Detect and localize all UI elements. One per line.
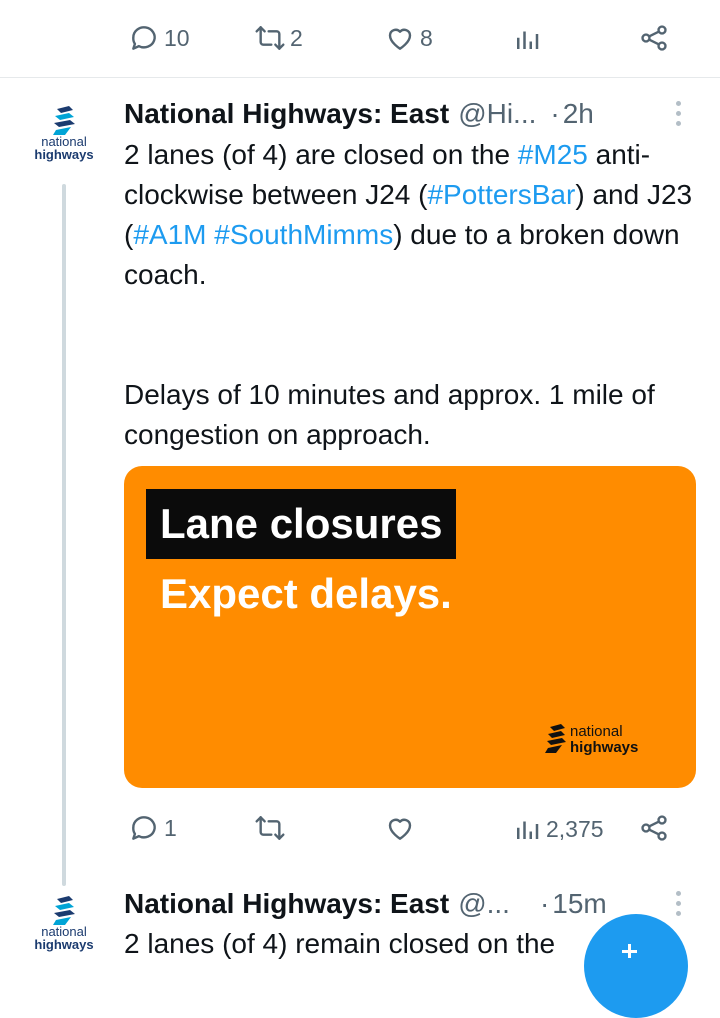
avatar-national-highways[interactable]: national highways — [26, 106, 102, 176]
national-highways-logo-icon — [53, 106, 75, 135]
national-highways-logo-icon — [545, 724, 566, 753]
national-highways-logo-icon — [53, 896, 75, 925]
tweet-header: National Highways: East @... · 15m — [124, 888, 607, 920]
views-count: 2,375 — [546, 815, 604, 842]
author-name[interactable]: National Highways: East — [124, 888, 449, 920]
compose-tweet-button[interactable] — [584, 914, 688, 1018]
reply-icon — [132, 26, 156, 50]
hashtag-a1m[interactable]: #A1M — [133, 219, 206, 250]
avatar-label-line2: highways — [34, 147, 94, 162]
avatar-label-line2: highways — [34, 937, 94, 952]
reply-count: 1 — [164, 814, 177, 841]
media-card[interactable]: Lane closures Expect delays. national hi… — [124, 466, 696, 788]
retweet-icon — [255, 816, 285, 840]
card-brand-line2: highways — [570, 739, 639, 756]
retweet-icon — [255, 26, 285, 50]
hashtag-m25[interactable]: #M25 — [518, 139, 588, 170]
card-subline: Expect delays. — [160, 570, 452, 617]
card-headline: Lane closures — [146, 489, 457, 559]
share-icon — [641, 25, 667, 51]
header-separator: · — [539, 888, 550, 919]
like-button[interactable] — [384, 812, 420, 844]
thread-connector-line — [62, 184, 66, 886]
like-button-prev[interactable]: 8 — [384, 22, 433, 54]
share-button[interactable] — [638, 812, 670, 844]
tweet-time[interactable]: 2h — [563, 98, 594, 130]
heart-icon — [388, 818, 412, 840]
tweet-header: National Highways: East @Hi... · 2h — [124, 98, 594, 130]
hashtag-pottersbar[interactable]: #PottersBar — [427, 179, 575, 210]
share-button-prev[interactable] — [638, 22, 670, 54]
avatar-national-highways[interactable]: national highways — [26, 896, 102, 966]
views-chart-icon — [517, 31, 539, 49]
retweet-button-prev[interactable]: 2 — [254, 22, 303, 54]
tweet-divider — [0, 77, 720, 78]
views-button[interactable]: 2,375 — [512, 814, 604, 844]
like-count: 8 — [420, 24, 433, 51]
heart-icon — [388, 28, 412, 50]
retweet-count: 2 — [290, 24, 303, 51]
reply-count: 10 — [164, 24, 190, 51]
card-brand-line1: national — [570, 723, 623, 740]
tweet-time[interactable]: 15m — [552, 888, 606, 920]
more-options-icon[interactable] — [676, 101, 681, 126]
header-separator: · — [550, 98, 560, 129]
share-icon — [641, 815, 667, 841]
more-options-icon[interactable] — [676, 891, 681, 916]
reply-icon — [132, 816, 156, 840]
views-chart-icon — [517, 821, 539, 839]
card-brand: national highways — [544, 724, 638, 756]
author-handle[interactable]: @... — [458, 888, 510, 920]
reply-button[interactable]: 1 — [128, 812, 177, 844]
author-name[interactable]: National Highways: East — [124, 98, 449, 130]
retweet-button[interactable] — [254, 812, 290, 844]
tweet-text: 2 lanes (of 4) are closed on the #M25 an… — [124, 135, 694, 295]
author-handle[interactable]: @Hi... — [458, 98, 536, 130]
tweet-paragraph-1: 2 lanes (of 4) are closed on the #M25 an… — [124, 139, 693, 290]
tweet-paragraph-2: Delays of 10 minutes and approx. 1 mile … — [124, 379, 655, 450]
views-button-prev[interactable] — [512, 24, 542, 54]
hashtag-southmimms[interactable]: #SouthMimms — [214, 219, 393, 250]
reply-button-prev[interactable]: 10 — [128, 22, 190, 54]
